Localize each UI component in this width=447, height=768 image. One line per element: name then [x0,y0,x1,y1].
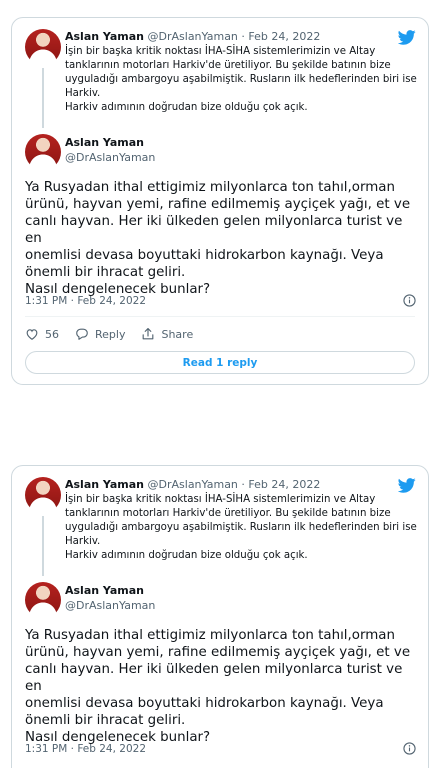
author-handle[interactable]: @DrAslanYaman [65,599,155,612]
quoted-text-line: Harkiv. [65,536,101,547]
tweet-text-line: ürünü, hayvan yemi, rafine edilmemiş ayç… [25,197,411,212]
quoted-avatar[interactable] [25,29,61,65]
quoted-tweet-text: İşin bir başka kritik noktası İHA-SİHA s… [65,493,420,563]
tweet-text-line: önemli bir ihracat geliri. [25,265,186,280]
tweet-text: Ya Rusyadan ithal ettigimiz milyonlarca … [25,179,423,298]
quoted-separator: · [241,478,245,491]
tweet-timestamp[interactable]: 1:31 PM · Feb 24, 2022 [25,743,146,755]
author-handle[interactable]: @DrAslanYaman [65,151,155,164]
quoted-date[interactable]: Feb 24, 2022 [248,478,320,491]
reply-button[interactable]: Reply [75,327,125,341]
thread-connector-line [42,516,44,576]
tweet-timestamp[interactable]: 1:31 PM · Feb 24, 2022 [25,295,146,307]
tweet-embed-card: Aslan Yaman @DrAslanYaman · Feb 24, 2022… [11,17,429,385]
action-bar: 56 Reply Share [25,326,209,342]
quoted-date[interactable]: Feb 24, 2022 [248,30,320,43]
author-avatar[interactable] [25,582,61,618]
quoted-text-line: Harkiv. [65,88,101,99]
quoted-header: Aslan Yaman @DrAslanYaman · Feb 24, 2022 [65,30,320,43]
quoted-text-line: İşin bir başka kritik noktası İHA-SİHA s… [65,46,376,57]
quoted-author-handle[interactable]: @DrAslanYaman [148,478,238,491]
quoted-text-line: İşin bir başka kritik noktası İHA-SİHA s… [65,494,376,505]
twitter-bird-icon[interactable] [398,478,416,493]
like-button[interactable]: 56 [25,327,59,341]
twitter-bird-icon[interactable] [398,30,416,45]
thread-connector-line [42,68,44,128]
tweet-text-line: canlı hayvan. Her iki ülkeden gelen mily… [25,662,403,694]
read-reply-button[interactable]: Read 1 reply [25,351,415,374]
quoted-author-name[interactable]: Aslan Yaman [65,30,144,43]
quoted-text-line: Harkiv adımının doğrudan bize olduğu çok… [65,102,308,113]
quoted-text-line: uyguladığı ambargoyu aşabilmiştik. Rusla… [65,522,417,533]
info-icon[interactable] [403,742,416,755]
share-icon [143,328,154,340]
tweet-text-line: Ya Rusyadan ithal ettigimiz milyonlarca … [25,180,395,195]
tweet-text: Ya Rusyadan ithal ettigimiz milyonlarca … [25,627,423,746]
share-label: Share [161,327,194,341]
quoted-avatar[interactable] [25,477,61,513]
action-divider [25,316,415,317]
quoted-text-line: uyguladığı ambargoyu aşabilmiştik. Rusla… [65,74,417,85]
reply-label: Reply [95,327,126,341]
quoted-text-line: Harkiv adımının doğrudan bize olduğu çok… [65,550,308,561]
tweet-text-line: ürünü, hayvan yemi, rafine edilmemiş ayç… [25,645,411,660]
quoted-text-line: tanklarının motorları Harkiv'de üretiliy… [65,60,391,71]
share-button[interactable]: Share [141,327,193,341]
author-name[interactable]: Aslan Yaman [65,136,144,149]
reply-bubble-icon [76,328,88,340]
quoted-text-line: tanklarının motorları Harkiv'de üretiliy… [65,508,391,519]
tweet-text-line: önemli bir ihracat geliri. [25,713,186,728]
info-icon[interactable] [403,294,416,307]
like-count: 56 [45,327,59,341]
quoted-tweet-text: İşin bir başka kritik noktası İHA-SİHA s… [65,45,420,115]
quoted-author-handle[interactable]: @DrAslanYaman [148,30,238,43]
tweet-embed-card: Aslan Yaman @DrAslanYaman · Feb 24, 2022… [11,465,429,768]
tweet-text-line: canlı hayvan. Her iki ülkeden gelen mily… [25,214,403,246]
quoted-separator: · [241,30,245,43]
heart-icon [26,329,38,340]
author-avatar[interactable] [25,134,61,170]
tweet-text-line: onemlisi devasa boyuttaki hidrokarbon ka… [25,696,384,711]
quoted-header: Aslan Yaman @DrAslanYaman · Feb 24, 2022 [65,478,320,491]
tweet-text-line: Ya Rusyadan ithal ettigimiz milyonlarca … [25,628,395,643]
tweet-text-line: onemlisi devasa boyuttaki hidrokarbon ka… [25,248,384,263]
author-name[interactable]: Aslan Yaman [65,584,144,597]
quoted-author-name[interactable]: Aslan Yaman [65,478,144,491]
